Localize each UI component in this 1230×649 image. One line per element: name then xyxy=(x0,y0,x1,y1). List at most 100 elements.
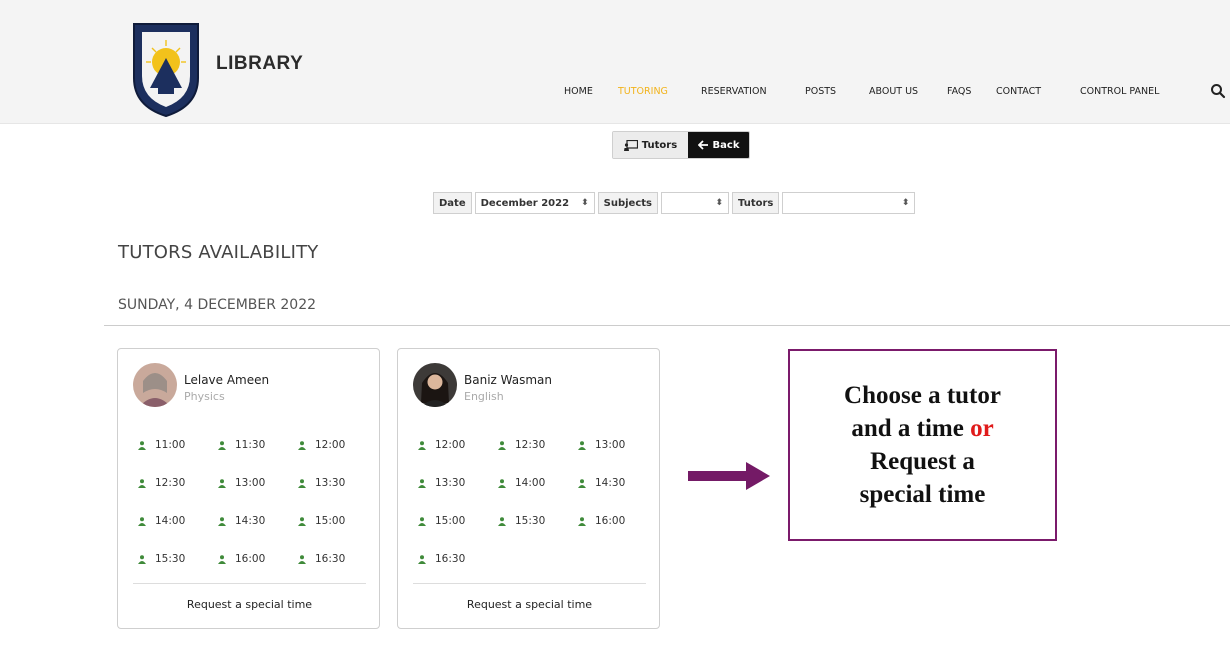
time-slot[interactable]: 13:30 xyxy=(418,477,465,489)
time-slot[interactable]: 15:00 xyxy=(298,515,345,527)
person-icon xyxy=(298,554,306,564)
person-icon xyxy=(298,440,306,450)
callout-line: and a time or xyxy=(851,412,993,445)
nav-contact[interactable]: CONTACT xyxy=(996,86,1041,97)
time-slot-label: 16:00 xyxy=(595,515,626,527)
time-slot[interactable]: 12:30 xyxy=(138,477,185,489)
search-icon[interactable] xyxy=(1210,83,1226,99)
request-special-time-link[interactable]: Request a special time xyxy=(398,598,661,611)
date-select[interactable]: December 2022 ⬍ xyxy=(474,192,595,214)
person-icon xyxy=(298,516,306,526)
nav-posts[interactable]: POSTS xyxy=(805,86,836,97)
time-slot[interactable]: 14:00 xyxy=(138,515,185,527)
time-slot[interactable]: 15:00 xyxy=(418,515,465,527)
time-slot[interactable]: 16:30 xyxy=(418,553,465,565)
person-icon xyxy=(418,554,426,564)
person-icon xyxy=(218,440,226,450)
nav-faqs[interactable]: FAQS xyxy=(947,86,971,97)
tutors-select[interactable]: ⬍ xyxy=(782,192,916,214)
nav-control-panel[interactable]: CONTROL PANEL xyxy=(1080,86,1159,97)
callout-line: special time xyxy=(859,481,986,508)
time-slot-label: 15:30 xyxy=(515,515,546,527)
time-slot-label: 11:30 xyxy=(235,439,266,451)
brand-name[interactable]: LIBRARY xyxy=(216,53,303,75)
page-title: TUTORS AVAILABILITY xyxy=(118,242,319,263)
date-filter-label: Date xyxy=(433,192,472,214)
time-slot-label: 15:00 xyxy=(315,515,346,527)
instruction-callout: Choose a tutor and a time or Request a s… xyxy=(788,349,1057,541)
time-slot[interactable]: 16:00 xyxy=(218,553,265,565)
time-slot[interactable]: 15:30 xyxy=(138,553,185,565)
time-slot[interactable]: 14:30 xyxy=(578,477,625,489)
divider xyxy=(413,583,646,584)
schedule-date: SUNDAY, 4 DECEMBER 2022 xyxy=(118,297,317,313)
nav-home[interactable]: HOME xyxy=(564,86,593,97)
tutors-button-label: Tutors xyxy=(641,139,678,151)
nav-tutoring[interactable]: TUTORING xyxy=(618,86,668,97)
person-icon xyxy=(578,478,586,488)
person-icon xyxy=(138,440,146,450)
time-slot[interactable]: 12:00 xyxy=(418,439,465,451)
time-slot-label: 14:30 xyxy=(595,477,626,489)
nav-about-us[interactable]: ABOUT US xyxy=(869,86,918,97)
right-arrow-icon xyxy=(688,462,770,490)
avatar xyxy=(133,363,177,407)
tutors-button[interactable]: Tutors xyxy=(613,132,688,158)
person-icon xyxy=(138,554,146,564)
tutor-subject: English xyxy=(464,390,504,403)
back-arrow-icon xyxy=(697,140,708,150)
request-special-time-link[interactable]: Request a special time xyxy=(118,598,381,611)
time-slot-label: 14:30 xyxy=(235,515,266,527)
person-icon xyxy=(218,478,226,488)
time-slot-label: 13:30 xyxy=(315,477,346,489)
time-slot-label: 14:00 xyxy=(155,515,186,527)
divider xyxy=(133,583,366,584)
person-icon xyxy=(138,478,146,488)
time-slot-label: 12:30 xyxy=(155,477,186,489)
time-slot[interactable]: 11:00 xyxy=(138,439,185,451)
callout-text: and a time xyxy=(851,415,971,442)
time-slot-label: 12:00 xyxy=(315,439,346,451)
university-logo[interactable] xyxy=(130,18,202,118)
time-slot[interactable]: 13:00 xyxy=(578,439,625,451)
person-icon xyxy=(218,516,226,526)
filter-bar: Date December 2022 ⬍ Subjects ⬍ Tutors ⬍ xyxy=(433,192,916,214)
tutor-subject: Physics xyxy=(184,390,225,403)
person-icon xyxy=(138,516,146,526)
person-icon xyxy=(418,516,426,526)
avatar xyxy=(413,363,457,407)
time-slot[interactable]: 12:30 xyxy=(498,439,545,451)
tutor-card: Baniz Wasman English Request a special t… xyxy=(397,348,660,629)
subjects-filter-label: Subjects xyxy=(597,192,658,214)
subjects-select[interactable]: ⬍ xyxy=(660,192,729,214)
time-slot[interactable]: 16:00 xyxy=(578,515,625,527)
time-slot-label: 11:00 xyxy=(155,439,186,451)
back-button[interactable]: Back xyxy=(688,132,749,158)
time-slot-label: 16:30 xyxy=(435,553,466,565)
time-slot[interactable]: 16:30 xyxy=(298,553,345,565)
tutors-icon xyxy=(623,139,638,151)
person-icon xyxy=(298,478,306,488)
time-slot[interactable]: 14:30 xyxy=(218,515,265,527)
time-slot[interactable]: 15:30 xyxy=(498,515,545,527)
time-slot[interactable]: 11:30 xyxy=(218,439,265,451)
back-button-label: Back xyxy=(712,139,740,151)
person-icon xyxy=(498,478,506,488)
time-slot-label: 13:00 xyxy=(595,439,626,451)
time-slot[interactable]: 14:00 xyxy=(498,477,545,489)
time-slot-label: 16:00 xyxy=(235,553,266,565)
time-slot[interactable]: 13:30 xyxy=(298,477,345,489)
tutor-name[interactable]: Lelave Ameen xyxy=(184,373,269,387)
time-slot[interactable]: 13:00 xyxy=(218,477,265,489)
time-slot[interactable]: 12:00 xyxy=(298,439,345,451)
person-icon xyxy=(418,440,426,450)
date-select-value: December 2022 xyxy=(480,197,570,209)
nav-reservation[interactable]: RESERVATION xyxy=(701,86,767,97)
divider xyxy=(104,325,1230,326)
select-arrow-icon: ⬍ xyxy=(715,198,723,208)
tutor-name[interactable]: Baniz Wasman xyxy=(464,373,552,387)
person-icon xyxy=(418,478,426,488)
person-icon xyxy=(578,516,586,526)
tutors-filter-label: Tutors xyxy=(731,192,780,214)
time-slot-label: 15:00 xyxy=(435,515,466,527)
